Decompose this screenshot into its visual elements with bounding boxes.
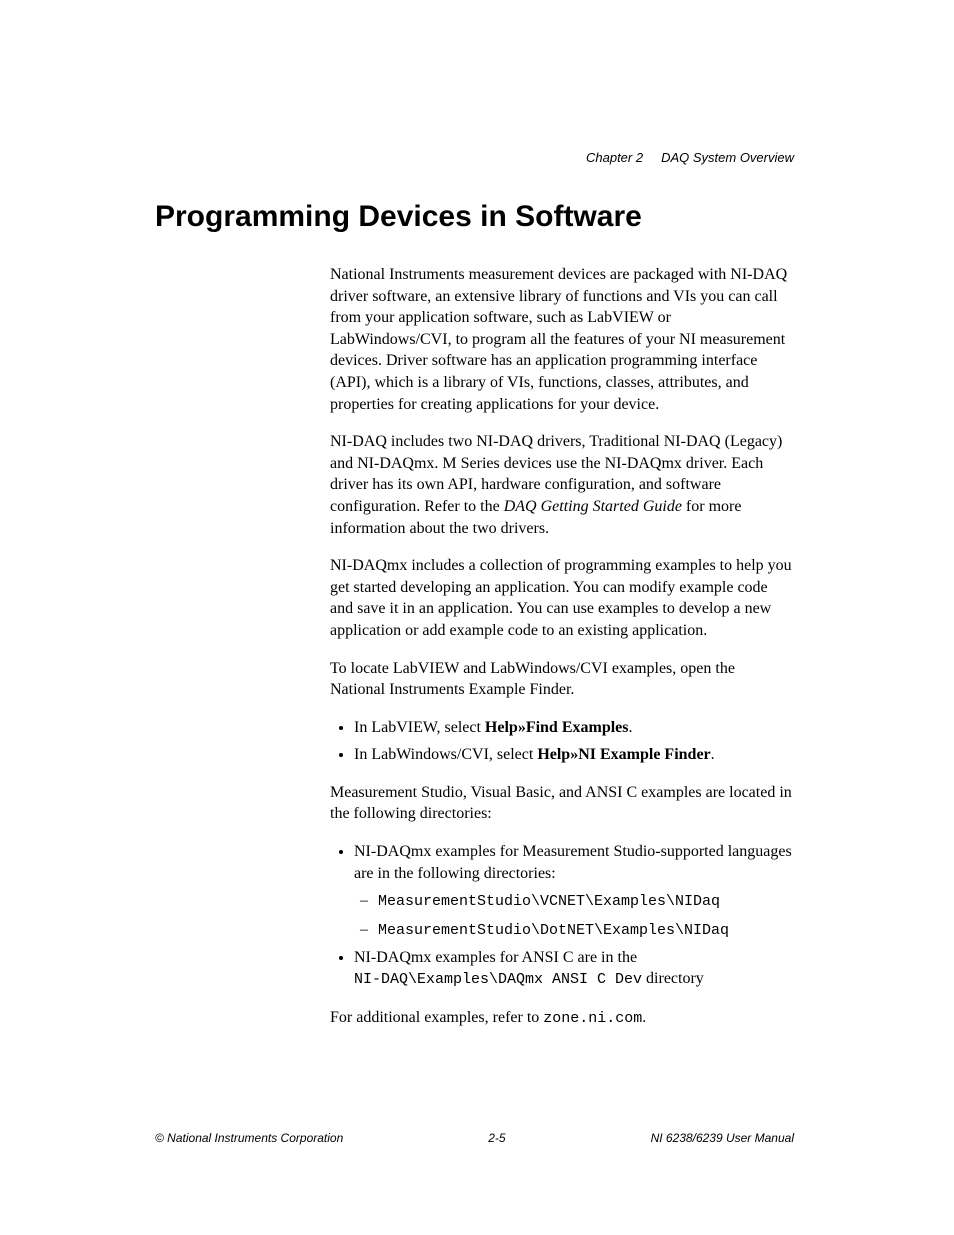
paragraph: National Instruments measurement devices… (330, 264, 794, 415)
page-number: 2-5 (488, 1131, 505, 1145)
body-text: National Instruments measurement devices… (330, 264, 794, 1029)
list-item: MeasurementStudio\VCNET\Examples\NIDaq (378, 890, 794, 912)
list-item: NI-DAQmx examples for ANSI C are in the … (354, 947, 794, 991)
list-item: NI-DAQmx examples for Measurement Studio… (354, 841, 794, 941)
path: MeasurementStudio\DotNET\Examples\NIDaq (378, 922, 729, 939)
bullet-list: In LabVIEW, select Help»Find Examples. I… (330, 717, 794, 766)
section-heading: Programming Devices in Software (155, 200, 794, 234)
menu-path: Help»NI Example Finder (537, 746, 710, 763)
manual-title: NI 6238/6239 User Manual (651, 1131, 794, 1145)
page: Chapter 2 DAQ System Overview Programming… (0, 0, 954, 1235)
list-item: MeasurementStudio\DotNET\Examples\NIDaq (378, 919, 794, 941)
paragraph: For additional examples, refer to zone.n… (330, 1007, 794, 1029)
paragraph: Measurement Studio, Visual Basic, and AN… (330, 782, 794, 825)
chapter-label: Chapter 2 (586, 150, 643, 165)
url: zone.ni.com (543, 1010, 642, 1027)
paragraph: To locate LabVIEW and LabWindows/CVI exa… (330, 658, 794, 701)
paragraph: NI-DAQmx includes a collection of progra… (330, 555, 794, 641)
sub-list: MeasurementStudio\VCNET\Examples\NIDaq M… (354, 890, 794, 941)
paragraph: NI-DAQ includes two NI-DAQ drivers, Trad… (330, 431, 794, 539)
list-item: In LabWindows/CVI, select Help»NI Exampl… (354, 744, 794, 766)
bullet-list: NI-DAQmx examples for Measurement Studio… (330, 841, 794, 991)
page-footer: © National Instruments Corporation 2-5 N… (155, 1131, 794, 1145)
copyright: © National Instruments Corporation (155, 1131, 343, 1145)
path: NI-DAQ\Examples\DAQmx ANSI C Dev (354, 971, 642, 988)
chapter-title: DAQ System Overview (661, 150, 794, 165)
path: MeasurementStudio\VCNET\Examples\NIDaq (378, 893, 720, 910)
list-item: In LabVIEW, select Help»Find Examples. (354, 717, 794, 739)
doc-reference: DAQ Getting Started Guide (504, 498, 682, 515)
running-header: Chapter 2 DAQ System Overview (586, 150, 794, 165)
menu-path: Help»Find Examples (485, 719, 629, 736)
